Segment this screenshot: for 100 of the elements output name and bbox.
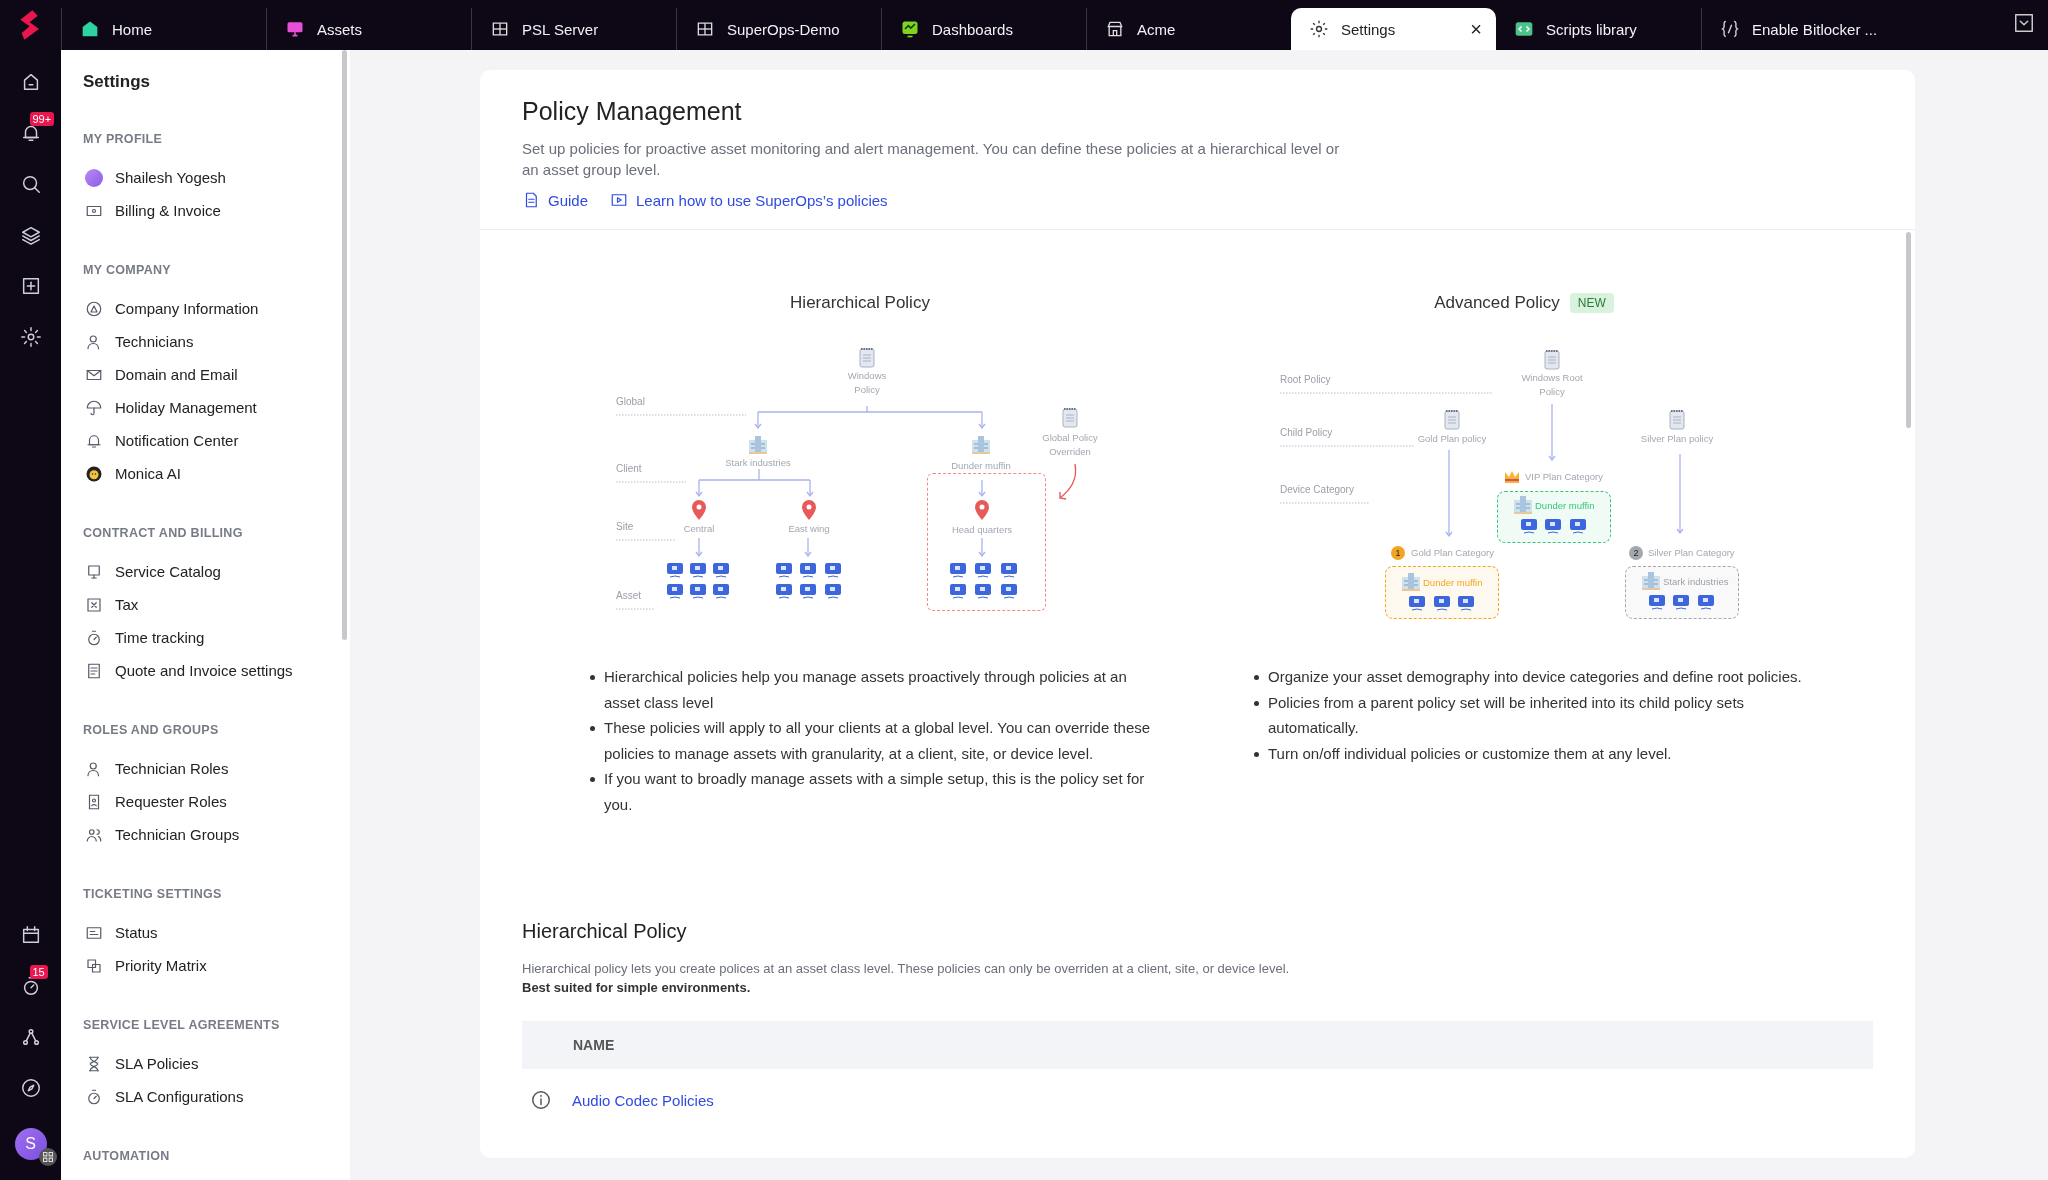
count-badge: 15: [29, 965, 48, 979]
monitor-icon: [1649, 595, 1665, 610]
category-label: VIP Plan Category: [1525, 470, 1603, 484]
document-icon: [1444, 410, 1460, 430]
number-badge: 1: [1391, 546, 1405, 560]
node-label: Windows Root Policy: [1520, 371, 1584, 399]
tab[interactable]: Scripts library: [1496, 8, 1701, 50]
scrollbar[interactable]: [1906, 232, 1911, 428]
monitor-icon: [713, 563, 729, 578]
bullet-dot: [1254, 700, 1259, 706]
sidebar-item[interactable]: Technician Groups: [83, 818, 350, 851]
location-pin-icon: [802, 500, 816, 520]
monitor-icon: [1570, 519, 1586, 534]
sidebar-title: Settings: [83, 71, 152, 93]
help-link[interactable]: Guide: [522, 191, 589, 209]
category-label: Silver Plan Category: [1648, 546, 1735, 560]
scrollbar[interactable]: [342, 50, 347, 640]
section-heading: MY PROFILE: [83, 131, 164, 148]
monitor-icon: [1001, 563, 1017, 578]
monitor-icon: [1001, 584, 1017, 599]
sidebar-item[interactable]: Time tracking: [83, 621, 350, 654]
page-description: Set up policies for proactive asset monitoring and alert management. You can define these policies at a hierarchical level or an asset group level.: [522, 139, 1341, 180]
sidebar-item[interactable]: Tax: [83, 588, 350, 621]
bullet-dot: [590, 726, 595, 731]
level-label: Asset: [616, 590, 641, 601]
policy-link[interactable]: Audio Codec Policies: [572, 1091, 714, 1109]
store-icon: [1105, 19, 1125, 39]
monitor-icon: [1434, 596, 1450, 611]
monitor-icon: [975, 584, 991, 599]
sidebar-item[interactable]: Priority Matrix: [83, 949, 350, 982]
section-heading: ROLES AND GROUPS: [83, 722, 220, 739]
sidebar-item[interactable]: Holiday Management: [83, 391, 350, 424]
sidebar-item[interactable]: Status: [83, 916, 350, 949]
close-button[interactable]: ×: [1470, 19, 1482, 39]
monitor-icon: [1545, 519, 1561, 534]
compass-icon[interactable]: [19, 1077, 42, 1099]
number-badge: 2: [1629, 546, 1643, 560]
node-label: Windows Policy: [846, 369, 888, 397]
section-note: Best suited for simple environments.: [522, 979, 752, 997]
client-label: Dunder muffin: [1423, 576, 1483, 590]
section-title: Hierarchical Policy: [522, 920, 688, 943]
node-label: East wing: [787, 522, 831, 536]
priority-icon: [85, 956, 103, 975]
section-heading: AUTOMATION: [83, 1148, 171, 1165]
avatar-icon: [85, 168, 103, 187]
building-icon: [1402, 573, 1420, 591]
tab[interactable]: Settings ×: [1291, 8, 1496, 50]
notification-badge: 99+: [29, 112, 55, 126]
monitor-icon: [1673, 595, 1689, 610]
chevron-icon[interactable]: [2013, 12, 2035, 34]
column-header: NAME: [573, 1037, 615, 1053]
stopwatch-icon: [85, 628, 103, 647]
connector-arrow: [695, 537, 703, 558]
home-icon: [80, 19, 100, 39]
sidebar-item[interactable]: SLA Configurations: [83, 1080, 350, 1113]
sidebar-item[interactable]: Shailesh Yogesh: [83, 161, 350, 194]
sidebar-item[interactable]: Technicians: [83, 325, 350, 358]
monitor-icon: [1698, 595, 1714, 610]
bullet-dot: [590, 777, 595, 782]
document-icon: [859, 348, 875, 368]
sidebar-item[interactable]: SLA Policies: [83, 1047, 350, 1080]
sidebar-item[interactable]: Notification Center: [83, 424, 350, 457]
code-icon: [1514, 19, 1534, 39]
level-label: Site: [616, 521, 634, 532]
monitor-icon: [1458, 596, 1474, 611]
user-avatar[interactable]: S: [14, 1128, 47, 1160]
level-label: Root Policy: [1280, 374, 1331, 385]
node-label: Dunder muffin: [950, 459, 1012, 473]
building-icon: [749, 436, 767, 454]
monitor-icon: [950, 584, 966, 599]
node-label: Stark industries: [724, 456, 792, 470]
bullet-dot: [590, 675, 595, 680]
sidebar-item[interactable]: Service Catalog: [83, 555, 350, 588]
settings-icon[interactable]: [19, 326, 42, 348]
info-icon[interactable]: [530, 1089, 552, 1111]
level-label: Device Category: [1280, 484, 1354, 495]
sidebar-item[interactable]: Billing & Invoice: [83, 194, 350, 227]
monitor-icon: [825, 584, 841, 599]
bullet-text: If you want to broadly manage assets with a simple setup, this is the policy set for you.: [604, 769, 1146, 815]
level-label: Child Policy: [1280, 427, 1333, 438]
building-icon: [1642, 572, 1660, 590]
monitor-icon: [800, 563, 816, 578]
section-heading: TICKETING SETTINGS: [83, 886, 223, 903]
new-badge: NEW: [1569, 293, 1614, 313]
umbrella-icon: [85, 398, 103, 417]
sidebar-item[interactable]: Requester Roles: [83, 785, 350, 818]
help-link[interactable]: Learn how to use SuperOps’s policies: [610, 191, 888, 209]
connector-arrow: [978, 479, 986, 498]
sidebar-item[interactable]: Company Information: [83, 292, 350, 325]
document-icon: [1062, 408, 1078, 428]
sidebar-item[interactable]: Monica AI: [83, 457, 350, 490]
monitor-icon: [667, 563, 683, 578]
list-icon: [85, 661, 103, 680]
sidebar-item[interactable]: Technician Roles: [83, 752, 350, 785]
layers-icon[interactable]: [19, 224, 42, 246]
sidebar-item[interactable]: Domain and Email: [83, 358, 350, 391]
sidebar-item[interactable]: Quote and Invoice settings: [83, 654, 350, 687]
client-label: Stark industries: [1663, 575, 1729, 589]
monitor-icon: [713, 584, 729, 599]
bullet-text: Hierarchical policies help you manage assets proactively through policies at an asset class level: [604, 667, 1128, 713]
